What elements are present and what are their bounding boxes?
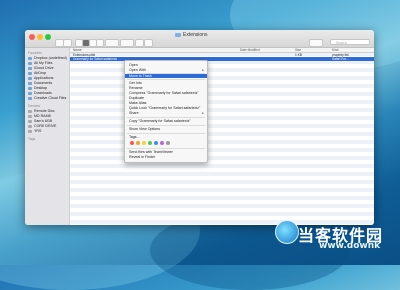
- sidebar-item-label: MD RAM8: [34, 114, 51, 118]
- toolbar: Search: [25, 38, 374, 47]
- file-name: Grammarly for Safari.safariextz: [73, 57, 118, 61]
- menu-item-move-to-trash[interactable]: Move to Trash: [125, 74, 207, 78]
- sidebar-item-remote-disc[interactable]: Remote Disc: [28, 109, 55, 113]
- sidebar-item-label: Documents: [34, 81, 53, 85]
- menu-item-copy[interactable]: Copy "Grammarly for Safari.safariextz": [129, 119, 191, 123]
- menu-item-quick-look[interactable]: Quick Look "Grammarly for Safari.safarie…: [129, 106, 200, 110]
- sidebar-item-icloud[interactable]: iCloud Drive: [28, 66, 54, 70]
- tag-red-dot[interactable]: [130, 141, 134, 145]
- menu-separator: [127, 148, 205, 149]
- menu-item-get-info[interactable]: Get Info: [129, 81, 142, 85]
- column-header-name[interactable]: Name: [73, 48, 82, 52]
- downloads-icon: [28, 91, 32, 95]
- menu-item-show-view-options[interactable]: Show View Options: [129, 127, 160, 131]
- sidebar-item-label: Desktop: [34, 86, 48, 90]
- menu-item-share[interactable]: Share: [129, 111, 139, 115]
- arrange-button[interactable]: [105, 39, 119, 47]
- watermark-url: www.downk: [319, 241, 381, 251]
- tag-orange-dot[interactable]: [136, 141, 140, 145]
- sidebar-item-airdrop[interactable]: AirDrop: [28, 71, 46, 75]
- menu-separator: [127, 117, 205, 118]
- title-bar: Extensions Search: [25, 30, 374, 48]
- sidebar-item-all-my-files[interactable]: All My Files: [28, 61, 52, 65]
- sidebar-item-label: AirDrop: [34, 71, 47, 75]
- sidebar-item-label: Dropbox (undefined): [34, 56, 67, 60]
- context-menu: Open Open With ▸ Move to Trash Get Info …: [124, 60, 208, 163]
- menu-separator: [127, 133, 205, 134]
- column-header-kind[interactable]: Kind: [332, 48, 338, 52]
- sidebar-item-label: Creative Cloud Files: [34, 96, 67, 100]
- sidebar-header-devices: Devices: [28, 104, 41, 108]
- sidebar-item-label: YRS: [34, 129, 42, 133]
- tags-button[interactable]: [144, 39, 153, 47]
- sidebar-item-yrs[interactable]: YRS: [28, 129, 41, 133]
- sidebar-item-label: iCloud Drive: [34, 66, 54, 70]
- file-list: Name Date Modified Size Kind Extensions.…: [70, 48, 374, 225]
- desktop-icon: [28, 86, 32, 90]
- cloud-icon: [28, 66, 32, 70]
- sidebar-item-label: Applications: [34, 76, 54, 80]
- tag-gray-dot[interactable]: [166, 141, 170, 145]
- sidebar-item-label: CORE DRIVE: [34, 124, 57, 128]
- sidebar-item-creative-cloud[interactable]: Creative Cloud Files: [28, 96, 66, 100]
- drive-icon: [28, 114, 32, 118]
- file-kind: Safari Ext...: [332, 57, 349, 61]
- tag-yellow-dot[interactable]: [142, 141, 146, 145]
- column-header-size[interactable]: Size: [295, 48, 301, 52]
- menu-item-open[interactable]: Open: [129, 63, 138, 67]
- sidebar-item-core-drive[interactable]: CORE DRIVE: [28, 124, 56, 128]
- menu-item-make-alias[interactable]: Make Alias: [129, 101, 146, 105]
- sidebar-item-label: All My Files: [34, 61, 53, 65]
- applications-icon: [28, 76, 32, 80]
- submenu-arrow-icon: ▸: [202, 111, 204, 115]
- tag-purple-dot[interactable]: [160, 141, 164, 145]
- folder-icon: [175, 32, 181, 37]
- drive-icon: [28, 129, 32, 133]
- share-button[interactable]: [135, 39, 144, 47]
- menu-item-compress[interactable]: Compress "Grammarly for Safari.safariext…: [129, 91, 199, 95]
- documents-icon: [28, 81, 32, 85]
- sidebar-header-favorites: Favorites: [28, 51, 42, 55]
- dropbox-icon: [28, 56, 32, 60]
- forward-button[interactable]: [63, 39, 72, 47]
- watermark-logo-icon: [275, 220, 299, 244]
- sidebar: Favorites Dropbox (undefined) All My Fil…: [25, 48, 70, 225]
- action-gear-button[interactable]: [120, 39, 134, 47]
- dropbox-button[interactable]: [309, 39, 323, 47]
- sidebar-item-dropbox[interactable]: Dropbox (undefined): [28, 56, 67, 60]
- submenu-arrow-icon: ▸: [202, 68, 204, 72]
- airdrop-icon: [28, 71, 32, 75]
- menu-item-duplicate[interactable]: Duplicate: [129, 96, 144, 100]
- sidebar-item-sams-8gb[interactable]: Sam's 8GB: [28, 119, 52, 123]
- menu-item-tags[interactable]: Tags...: [129, 135, 140, 139]
- sidebar-header-tags: Tags: [28, 137, 36, 141]
- tag-blue-dot[interactable]: [154, 141, 158, 145]
- menu-separator: [127, 79, 205, 80]
- sidebar-item-applications[interactable]: Applications: [28, 76, 53, 80]
- table-row-selected[interactable]: Grammarly for Safari.safariextz Safari E…: [70, 57, 374, 61]
- menu-item-reveal-in-finder[interactable]: Reveal in Finder: [129, 155, 155, 159]
- sidebar-item-md-ram8[interactable]: MD RAM8: [28, 114, 51, 118]
- drive-icon: [28, 124, 32, 128]
- sidebar-item-label: Remote Disc: [34, 109, 55, 113]
- tag-green-dot[interactable]: [148, 141, 152, 145]
- creative-cloud-icon: [28, 96, 32, 100]
- sidebar-item-downloads[interactable]: Downloads: [28, 91, 52, 95]
- drive-icon: [28, 119, 32, 123]
- cover-flow-button[interactable]: [96, 39, 104, 47]
- search-input[interactable]: Search: [330, 39, 370, 45]
- sidebar-item-label: Downloads: [34, 91, 52, 95]
- menu-item-open-with[interactable]: Open With: [129, 68, 146, 72]
- column-header-date[interactable]: Date Modified: [240, 48, 260, 52]
- all-files-icon: [28, 61, 32, 65]
- sidebar-item-documents[interactable]: Documents: [28, 81, 52, 85]
- disc-icon: [28, 109, 32, 113]
- sidebar-item-desktop[interactable]: Desktop: [28, 86, 47, 90]
- menu-item-send-teamviewer[interactable]: Send files with TeamViewer: [129, 150, 173, 154]
- menu-separator: [127, 125, 205, 126]
- menu-item-rename[interactable]: Rename: [129, 86, 143, 90]
- sidebar-item-label: Sam's 8GB: [34, 119, 53, 123]
